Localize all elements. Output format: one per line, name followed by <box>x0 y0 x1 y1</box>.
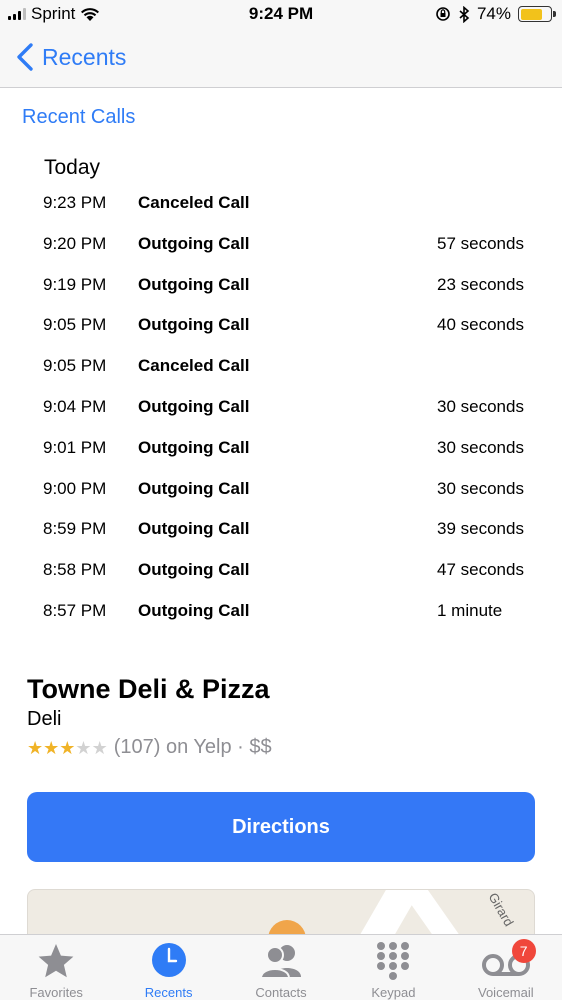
navigation-bar: Recents <box>0 30 562 88</box>
battery-icon <box>518 6 556 22</box>
call-row: 8:58 PM Outgoing Call 47 seconds <box>0 549 562 590</box>
star-empty-icon: ★ <box>91 737 108 758</box>
voicemail-badge: 7 <box>511 939 536 963</box>
tab-keypad[interactable]: Keypad <box>337 935 449 1000</box>
tab-label: Recents <box>144 985 193 1000</box>
tab-contacts[interactable]: Contacts <box>225 935 337 1000</box>
call-row: 9:04 PM Outgoing Call 30 seconds <box>0 386 562 427</box>
call-row: 8:59 PM Outgoing Call 39 seconds <box>0 508 562 549</box>
call-row: 9:05 PM Canceled Call <box>0 345 562 386</box>
tab-bar: Favorites Recents Contacts Keypad 7 Voic… <box>0 934 562 1000</box>
back-label: Recents <box>42 43 127 70</box>
tab-recents[interactable]: Recents <box>112 935 224 1000</box>
call-time: 9:00 PM <box>43 478 107 498</box>
day-header: Today <box>44 156 101 179</box>
business-name: Towne Deli & Pizza <box>27 674 270 704</box>
call-time: 9:19 PM <box>43 274 107 294</box>
map-street-label: Girard <box>485 890 517 929</box>
star-empty-icon: ★ <box>75 737 92 758</box>
orientation-lock-icon <box>436 7 450 21</box>
tab-voicemail[interactable]: 7 Voicemail <box>450 935 562 1000</box>
star-filled-icon: ★ <box>27 737 44 758</box>
call-type: Outgoing Call <box>138 600 250 620</box>
bluetooth-icon <box>459 5 470 23</box>
call-duration: 30 seconds <box>437 478 524 498</box>
call-time: 9:05 PM <box>43 315 107 335</box>
call-duration: 40 seconds <box>437 315 524 335</box>
keypad-icon <box>377 942 410 980</box>
call-type: Canceled Call <box>138 356 250 376</box>
call-type: Outgoing Call <box>138 437 250 457</box>
call-duration: 47 seconds <box>437 560 524 580</box>
back-button[interactable]: Recents <box>14 42 126 72</box>
call-time: 9:23 PM <box>43 193 107 212</box>
call-time: 9:05 PM <box>43 356 107 376</box>
call-row: 8:57 PM Outgoing Call 1 minute <box>0 590 562 631</box>
battery-percent: 74% <box>476 4 511 23</box>
directions-button[interactable]: Directions <box>27 792 535 862</box>
call-duration: 30 seconds <box>437 437 524 457</box>
call-duration: 39 seconds <box>437 519 524 539</box>
call-duration: 30 seconds <box>437 396 524 416</box>
star-filled-icon: ★ <box>59 737 76 758</box>
call-time: 9:04 PM <box>43 396 107 416</box>
call-time: 8:58 PM <box>43 560 107 580</box>
clock-icon <box>151 943 186 977</box>
status-right: 74% <box>435 4 556 24</box>
recent-calls-title[interactable]: Recent Calls <box>22 106 135 129</box>
call-row: 9:19 PM Outgoing Call 23 seconds <box>0 264 562 305</box>
call-type: Canceled Call <box>138 193 250 212</box>
call-duration: 1 minute <box>437 600 503 620</box>
call-type: Outgoing Call <box>138 560 250 580</box>
tab-label: Voicemail <box>478 985 534 1000</box>
call-time: 8:57 PM <box>43 600 107 620</box>
call-row: 9:00 PM Outgoing Call 30 seconds <box>0 468 562 509</box>
business-category: Deli <box>27 708 62 730</box>
call-type: Outgoing Call <box>138 315 250 335</box>
rating-stars: ★ ★ ★ ★ ★ <box>27 739 108 757</box>
call-row: 9:05 PM Outgoing Call 40 seconds <box>0 304 562 345</box>
call-list: 9:23 PM Canceled Call 9:20 PM Outgoing C… <box>0 182 562 631</box>
rating-text: (107) on Yelp · $$ <box>113 736 272 758</box>
call-time: 9:20 PM <box>43 233 107 253</box>
call-time: 9:01 PM <box>43 437 107 457</box>
chevron-left-icon <box>17 43 33 71</box>
tab-label: Contacts <box>255 985 307 1000</box>
contacts-icon <box>260 945 302 979</box>
call-row: 9:23 PM Canceled Call <box>0 182 562 223</box>
call-type: Outgoing Call <box>138 274 250 294</box>
call-row: 9:20 PM Outgoing Call 57 seconds <box>0 223 562 264</box>
business-rating[interactable]: ★ ★ ★ ★ ★ (107) on Yelp · $$ <box>27 736 272 759</box>
call-row: 9:01 PM Outgoing Call 30 seconds <box>0 427 562 468</box>
call-type: Outgoing Call <box>138 519 250 539</box>
phone-screen: Sprint 9:24 PM 74% Recents Recent Calls … <box>0 0 562 1000</box>
call-duration: 23 seconds <box>437 274 524 294</box>
status-bar: Sprint 9:24 PM 74% <box>0 0 562 30</box>
tab-label: Keypad <box>371 985 416 1000</box>
call-type: Outgoing Call <box>138 396 250 416</box>
battery-level <box>520 8 542 20</box>
call-duration: 57 seconds <box>437 233 524 253</box>
call-type: Outgoing Call <box>138 233 250 253</box>
star-filled-icon: ★ <box>43 737 60 758</box>
tab-label: Favorites <box>29 985 83 1000</box>
call-time: 8:59 PM <box>43 519 107 539</box>
call-type: Outgoing Call <box>138 478 250 498</box>
tab-favorites[interactable]: Favorites <box>0 935 112 1000</box>
star-icon <box>38 944 74 978</box>
